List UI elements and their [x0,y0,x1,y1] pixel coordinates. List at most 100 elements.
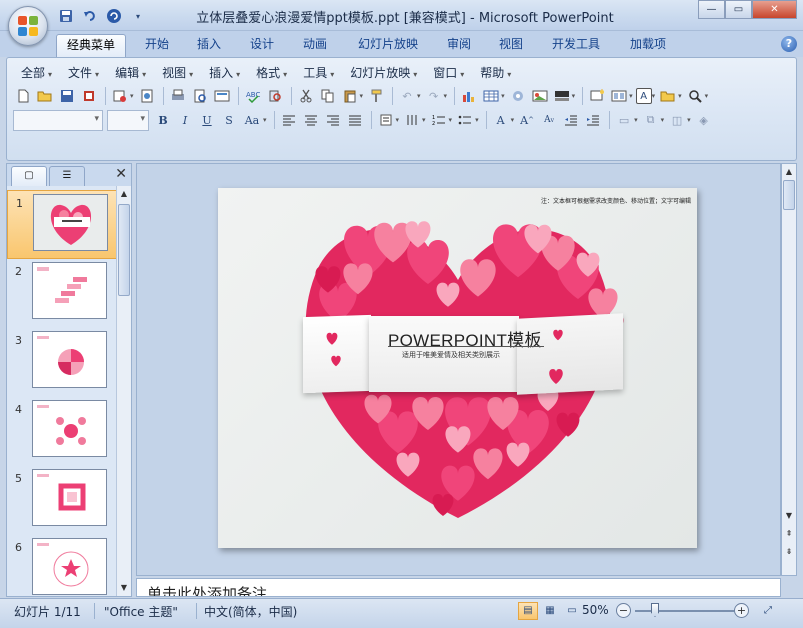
minimize-button[interactable]: — [698,0,725,19]
bold-icon[interactable]: B [153,110,173,130]
next-slide-icon[interactable]: ⇟ [782,544,796,559]
tab-slideshow[interactable]: 幻灯片放映 [346,34,430,57]
tab-animation[interactable]: 动画 [294,34,336,57]
zoom-out-icon[interactable]: − [616,603,631,618]
zoom-level[interactable]: 50% [582,603,609,617]
insert-table-icon[interactable] [481,86,501,106]
scroll-up-icon[interactable]: ▲ [117,186,131,201]
language-indicator[interactable]: 中文(简体，中国) [204,603,297,620]
zoom-slider-handle[interactable] [651,603,659,617]
color-grayscale-icon[interactable] [552,86,572,106]
menu-window[interactable]: 窗口 ▾ [425,62,472,82]
folder-icon[interactable] [658,86,678,106]
normal-view-icon[interactable]: ▤ [518,602,538,620]
slide-sorter-icon[interactable]: ▦ [540,602,560,620]
paste-icon[interactable] [340,86,360,106]
research-icon[interactable] [265,86,285,106]
underline-icon[interactable]: U [197,110,217,130]
find-icon[interactable] [685,86,705,106]
slide-thumbnail-3[interactable]: 3 [7,328,117,397]
align-center-icon[interactable] [301,110,321,130]
scroll-down-icon[interactable]: ▼ [117,580,131,595]
insert-picture-icon[interactable] [530,86,550,106]
menu-insert[interactable]: 插入 ▾ [201,62,248,82]
new-slide-icon[interactable] [587,86,607,106]
scroll-down-icon[interactable]: ▼ [782,508,796,523]
previous-slide-icon[interactable]: ⇞ [782,526,796,541]
current-slide[interactable]: 注：文本框可根据需求改变颜色、移动位置；文字可编辑 POWERPOINT模板 适… [218,188,697,548]
font-size-combo[interactable] [107,109,149,131]
menu-tools[interactable]: 工具 ▾ [295,62,342,82]
tab-home[interactable]: 开始 [136,34,178,57]
office-button[interactable] [8,6,48,46]
tab-view[interactable]: 视图 [490,34,532,57]
menu-format[interactable]: 格式 ▾ [248,62,295,82]
thumbnail-scrollbar[interactable]: ▲ ▼ [116,186,131,596]
save-icon[interactable] [56,7,76,25]
spelling-icon[interactable]: ABC [243,86,263,106]
tab-developer[interactable]: 开发工具 [542,34,610,57]
quick-styles-icon[interactable]: ◫ [667,110,687,130]
customize-qat-icon[interactable]: ▾ [128,7,148,25]
font-color-icon[interactable]: A [491,110,511,130]
menu-edit[interactable]: 编辑 ▾ [107,62,154,82]
publish-icon[interactable] [137,86,157,106]
scroll-thumb[interactable] [118,204,130,296]
justify-icon[interactable] [345,110,365,130]
fit-to-window-icon[interactable]: ⤢ [758,602,778,620]
zoom-in-icon[interactable]: + [734,603,749,618]
slide-layout-icon[interactable] [212,86,232,106]
email-icon[interactable] [110,86,130,106]
arrange-icon[interactable]: ⧉ [641,110,661,130]
slide-thumbnail-2[interactable]: 2 [7,259,117,328]
open-folder-icon[interactable] [35,86,55,106]
scroll-up-icon[interactable]: ▲ [782,164,796,179]
insert-chart-icon[interactable] [459,86,479,106]
layout-icon[interactable] [609,86,629,106]
align-right-icon[interactable] [323,110,343,130]
zoom-slider-track[interactable] [635,610,734,612]
strikethrough-icon[interactable]: S [219,110,239,130]
tab-insert[interactable]: 插入 [188,34,230,57]
change-case-icon[interactable]: Aa [241,110,263,130]
insert-clipart-icon[interactable] [508,86,528,106]
help-icon[interactable]: ? [781,36,797,52]
menu-file[interactable]: 文件 ▾ [60,62,107,82]
tab-addins[interactable]: 加载项 [620,34,676,57]
copy-icon[interactable] [318,86,338,106]
maximize-button[interactable]: ▭ [725,0,752,19]
scroll-thumb[interactable] [783,180,795,210]
italic-icon[interactable]: I [175,110,195,130]
format-painter-icon[interactable] [366,86,386,106]
slideshow-view-icon[interactable]: ▭ [562,602,582,620]
permission-icon[interactable] [79,86,99,106]
close-pane-icon[interactable]: ✕ [115,166,127,182]
slide-thumbnail-6[interactable]: 6 [7,535,117,596]
shape-fill-icon[interactable]: ◈ [694,110,714,130]
save-icon[interactable] [57,86,77,106]
cut-icon[interactable] [296,86,316,106]
menu-help[interactable]: 帮助 ▾ [472,62,519,82]
slide-subtitle[interactable]: 适用于唯美爱情及相关类别展示 [402,350,500,360]
close-button[interactable]: ✕ [752,0,797,19]
numbering-icon[interactable]: 12 [429,110,449,130]
decrease-indent-icon[interactable] [561,110,581,130]
print-icon[interactable] [168,86,188,106]
menu-slideshow[interactable]: 幻灯片放映 ▾ [342,62,425,82]
text-box-icon[interactable]: A [635,88,652,104]
tab-slides-view[interactable]: ▢ [11,166,47,186]
tab-review[interactable]: 审阅 [438,34,480,57]
menu-view[interactable]: 视图 ▾ [154,62,201,82]
redo-icon[interactable] [104,7,124,25]
slide-thumbnail-5[interactable]: 5 [7,466,117,535]
grow-font-icon[interactable]: A ^ [517,110,537,130]
text-direction-icon[interactable] [376,110,396,130]
new-doc-icon[interactable] [13,86,33,106]
increase-indent-icon[interactable] [583,110,603,130]
print-preview-icon[interactable] [190,86,210,106]
slide-scrollbar[interactable]: ▲ ▼ ⇞ ⇟ [781,163,797,576]
bullets-icon[interactable] [455,110,475,130]
tab-outline-view[interactable]: ☰ [49,166,85,186]
undo-icon[interactable] [80,7,100,25]
align-left-icon[interactable] [279,110,299,130]
